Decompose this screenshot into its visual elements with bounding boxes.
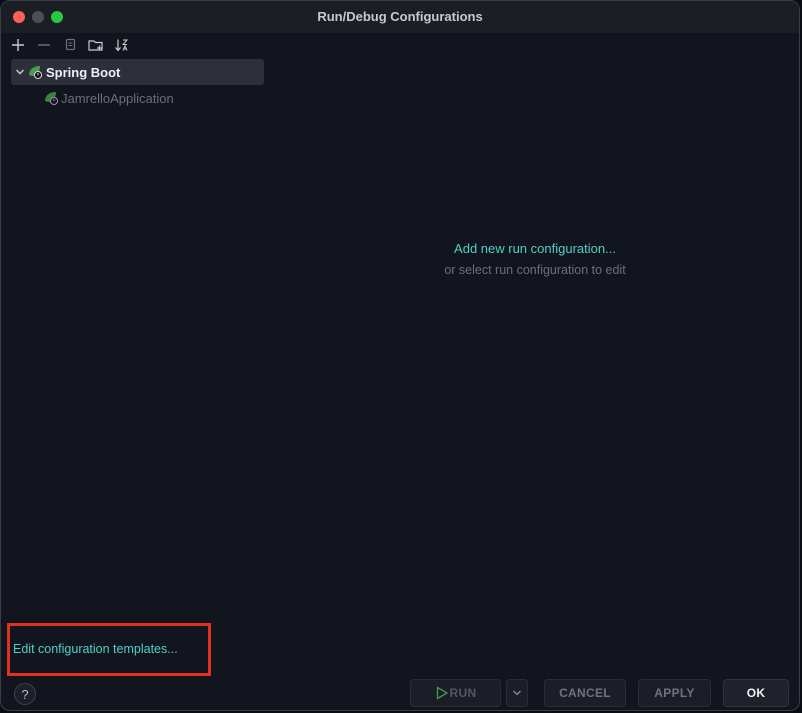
add-configuration-button[interactable] bbox=[5, 35, 31, 55]
ok-button[interactable]: OK bbox=[723, 679, 789, 707]
empty-state-hint: or select run configuration to edit bbox=[444, 263, 626, 277]
title-bar: Run/Debug Configurations bbox=[1, 1, 799, 33]
sort-alpha-icon bbox=[115, 39, 129, 52]
run-button[interactable]: RUN bbox=[410, 679, 501, 707]
tree-node-jamrello-application[interactable]: JamrelloApplication bbox=[11, 85, 264, 111]
window-title: Run/Debug Configurations bbox=[317, 9, 483, 24]
help-button[interactable]: ? bbox=[14, 683, 36, 705]
run-debug-configurations-dialog: Run/Debug Configurations Spring Boot Jam… bbox=[0, 0, 800, 711]
sort-configurations-button[interactable] bbox=[109, 35, 135, 55]
folder-add-icon bbox=[88, 40, 103, 51]
move-into-folder-button[interactable] bbox=[83, 35, 109, 55]
play-icon bbox=[436, 686, 448, 700]
chevron-down-icon bbox=[513, 690, 521, 696]
configurations-toolbar bbox=[5, 35, 135, 55]
edit-configuration-templates-link[interactable]: Edit configuration templates... bbox=[13, 642, 178, 656]
background-window-title-fragment bbox=[509, 1, 799, 7]
spring-boot-icon bbox=[43, 90, 59, 106]
minus-icon bbox=[38, 44, 50, 46]
run-options-dropdown[interactable] bbox=[506, 679, 528, 707]
copy-configuration-button[interactable] bbox=[57, 35, 83, 55]
add-new-configuration-link[interactable]: Add new run configuration... bbox=[271, 241, 799, 256]
cancel-button[interactable]: CANCEL bbox=[544, 679, 626, 707]
remove-configuration-button[interactable] bbox=[31, 35, 57, 55]
apply-button[interactable]: APPLY bbox=[638, 679, 711, 707]
copy-icon bbox=[65, 38, 76, 51]
run-button-label: RUN bbox=[449, 686, 477, 700]
tree-node-label: Spring Boot bbox=[46, 64, 121, 80]
tree-node-label: JamrelloApplication bbox=[61, 90, 174, 106]
tree-node-spring-boot[interactable]: Spring Boot bbox=[11, 59, 264, 85]
chevron-down-icon[interactable] bbox=[13, 65, 27, 79]
configurations-tree: Spring Boot JamrelloApplication bbox=[11, 59, 264, 111]
plus-icon bbox=[12, 39, 24, 51]
spring-boot-icon bbox=[27, 64, 43, 80]
empty-state: Add new run configuration... or select r… bbox=[271, 241, 799, 277]
